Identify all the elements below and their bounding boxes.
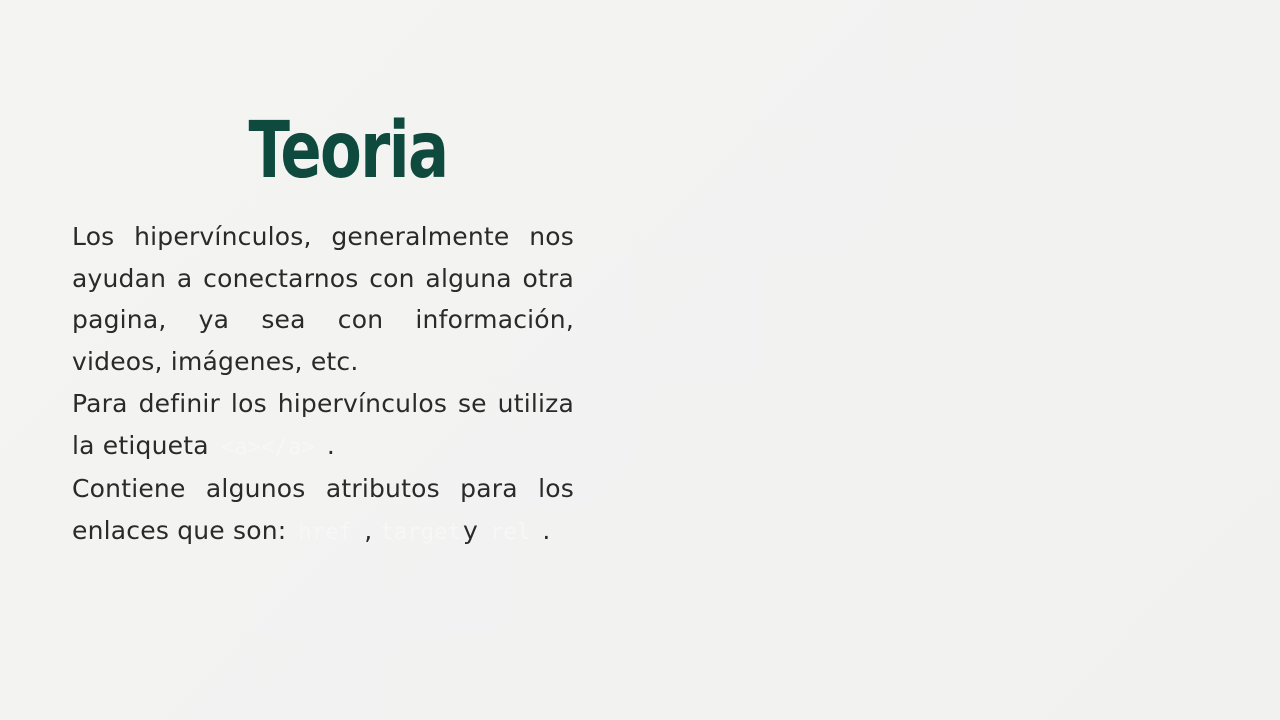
code-target: target bbox=[380, 519, 462, 545]
slide-body: Los hipervínculos, generalmente nos ayud… bbox=[72, 216, 574, 554]
paragraph-intro: Los hipervínculos, generalmente nos ayud… bbox=[72, 222, 574, 377]
slide-title: Teoria bbox=[248, 106, 449, 196]
paragraph-attributes-end: . bbox=[542, 515, 551, 545]
paragraph-tag-definition-end: . bbox=[326, 430, 336, 460]
paragraph-tag-definition: Para definir los hipervínculos se utiliz… bbox=[72, 383, 574, 468]
attributes-separator-y: y bbox=[463, 515, 479, 545]
paragraph-attributes: Contiene algunos atributos para los enla… bbox=[72, 468, 574, 553]
code-href: href bbox=[298, 519, 353, 545]
slide: Teoria Los hipervínculos, generalmente n… bbox=[0, 0, 1280, 720]
code-anchor-tag: <a></a> bbox=[220, 434, 315, 460]
code-rel: rel bbox=[490, 519, 531, 545]
